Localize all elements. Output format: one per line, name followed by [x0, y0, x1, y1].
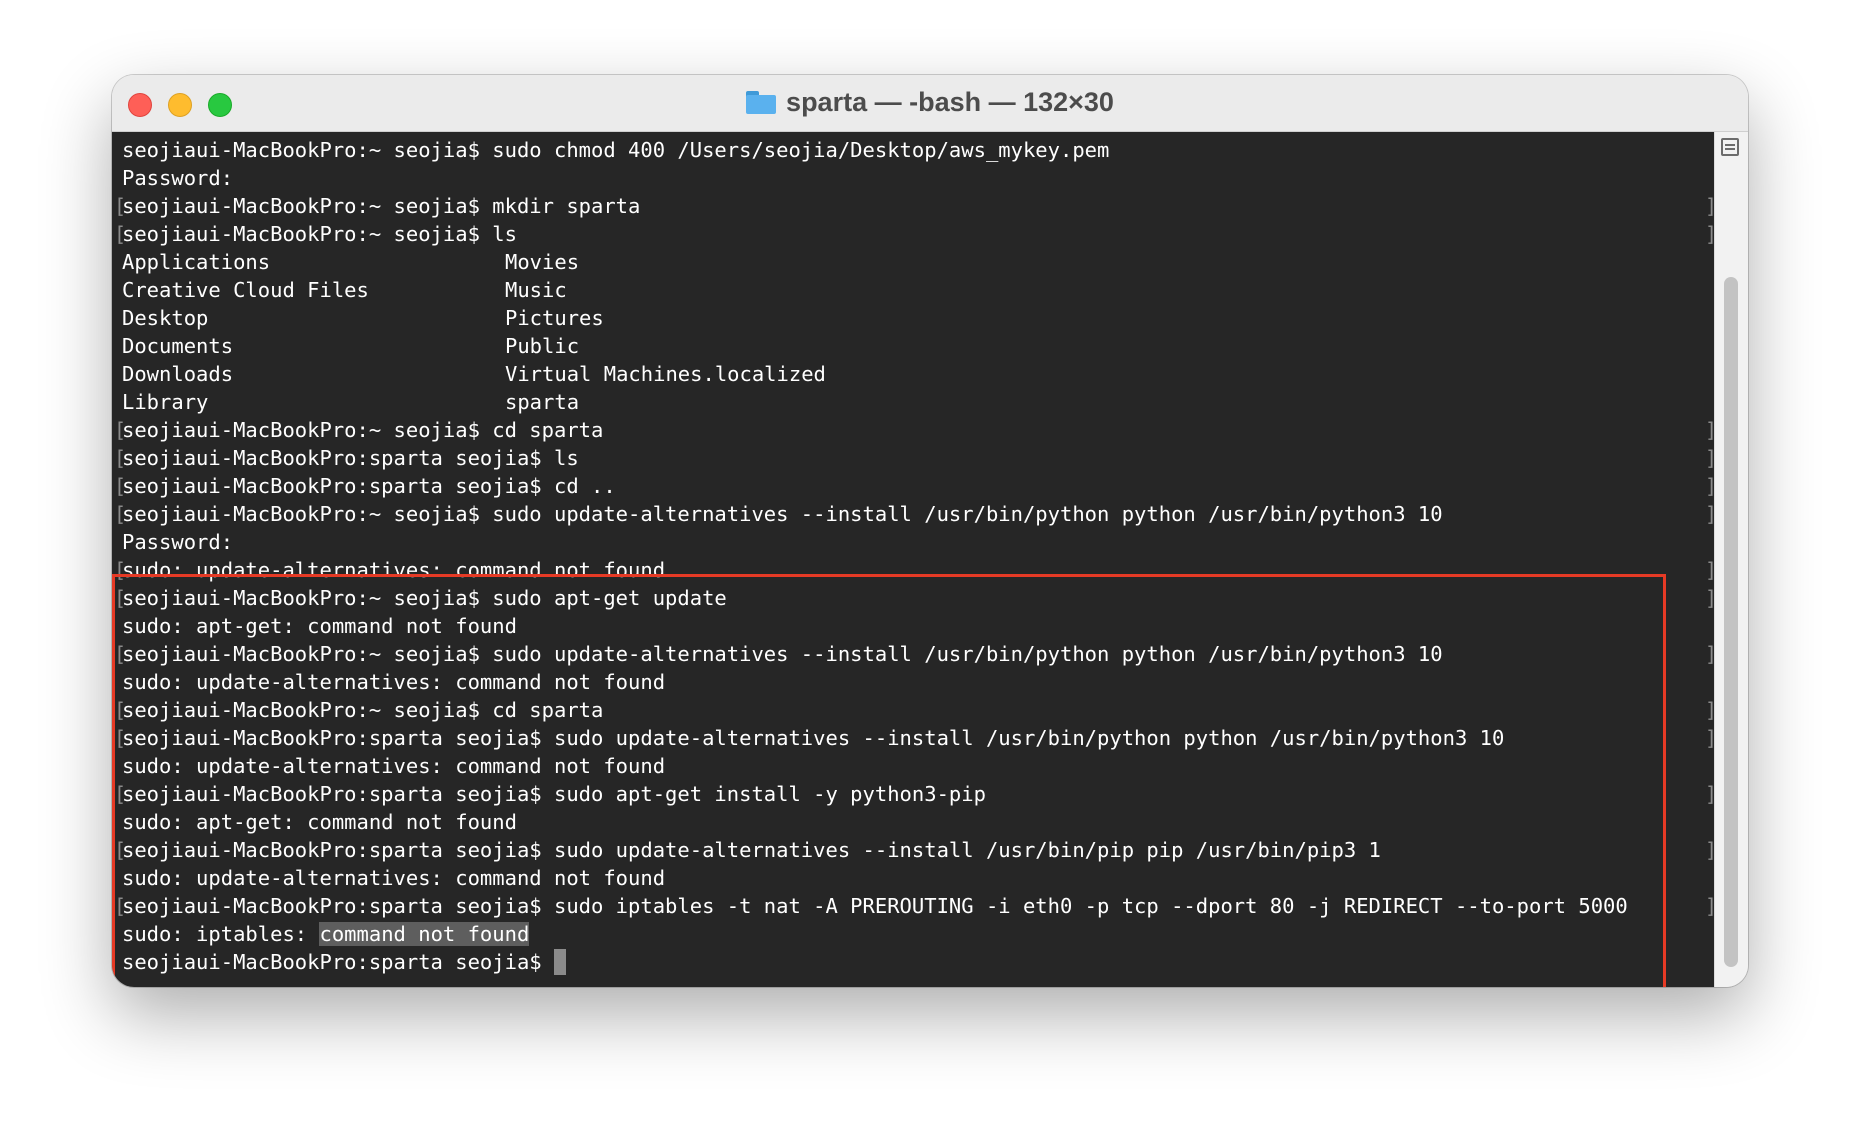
terminal-line: Applications Movies — [122, 248, 1715, 276]
line-mark-left: [ — [114, 446, 127, 470]
terminal-line: [] sudo: update-alternatives: command not… — [114, 556, 1717, 584]
line-text: sudo: apt-get: command not found — [122, 810, 517, 834]
line-mark-left: [ — [114, 222, 127, 246]
text-cursor[interactable] — [553, 949, 566, 975]
terminal-line: Password: — [122, 528, 1715, 556]
line-text-column-2: sparta — [505, 390, 580, 414]
window-title: sparta — -bash — 132×30 — [786, 87, 1114, 117]
title-bar[interactable]: sparta — -bash — 132×30 — [112, 75, 1748, 132]
terminal-line: Creative Cloud Files Music — [122, 276, 1715, 304]
line-text: seojiaui-MacBookPro:sparta seojia$ sudo … — [122, 726, 1505, 750]
split-pane-icon[interactable] — [1721, 138, 1739, 156]
terminal-line: [] seojiaui-MacBookPro:~ seojia$ sudo upd… — [114, 500, 1717, 528]
terminal-line: Library sparta — [122, 388, 1715, 416]
line-text: sudo: apt-get: command not found — [122, 614, 517, 638]
terminal-line: [] seojiaui-MacBookPro:~ seojia$ sudo upd… — [114, 640, 1717, 668]
line-text: Applications — [122, 250, 271, 274]
terminal-line: [] seojiaui-MacBookPro:~ seojia$ ls — [114, 220, 1717, 248]
terminal-line: seojiaui-MacBookPro:sparta seojia$ — [122, 948, 1715, 976]
terminal-line: [] seojiaui-MacBookPro:sparta seojia$ ls — [114, 444, 1717, 472]
line-mark-left: [ — [114, 474, 127, 498]
terminal-window: sparta — -bash — 132×30 seojiaui-MacBook… — [112, 75, 1748, 987]
line-mark-left: [ — [114, 838, 127, 862]
line-text: seojiaui-MacBookPro:sparta seojia$ ls — [122, 446, 579, 470]
selected-text[interactable]: command not found — [319, 922, 530, 946]
terminal-line: [] seojiaui-MacBookPro:sparta seojia$ sud… — [114, 836, 1717, 864]
terminal-line: [] seojiaui-MacBookPro:~ seojia$ mkdir sp… — [114, 192, 1717, 220]
line-text: sudo: iptables: — [122, 922, 320, 946]
line-mark-left: [ — [114, 642, 127, 666]
line-text-column-2: Virtual Machines.localized — [505, 362, 826, 386]
line-mark-left: [ — [114, 586, 127, 610]
terminal-line: seojiaui-MacBookPro:~ seojia$ sudo chmod… — [122, 136, 1715, 164]
line-text: seojiaui-MacBookPro:~ seojia$ ls — [122, 222, 517, 246]
line-mark-left: [ — [114, 418, 127, 442]
line-text-column-2: Public — [505, 334, 580, 358]
terminal-line: [] seojiaui-MacBookPro:~ seojia$ cd spart… — [114, 696, 1717, 724]
line-text: Documents — [122, 334, 234, 358]
line-text: Creative Cloud Files — [122, 278, 369, 302]
line-text-column-2: Movies — [505, 250, 580, 274]
terminal-line: [] seojiaui-MacBookPro:sparta seojia$ sud… — [114, 892, 1717, 920]
terminal-line: [] seojiaui-MacBookPro:~ seojia$ cd spart… — [114, 416, 1717, 444]
line-text: seojiaui-MacBookPro:~ seojia$ cd sparta — [122, 418, 604, 442]
terminal-line: sudo: apt-get: command not found — [122, 612, 1715, 640]
terminal-line: sudo: update-alternatives: command not f… — [122, 668, 1715, 696]
terminal-line: Password: — [122, 164, 1715, 192]
terminal-line: Documents Public — [122, 332, 1715, 360]
line-text: Password: — [122, 166, 234, 190]
line-text: seojiaui-MacBookPro:~ seojia$ cd sparta — [122, 698, 604, 722]
folder-icon — [746, 91, 777, 114]
line-mark-left: [ — [114, 698, 127, 722]
line-mark-left: [ — [114, 894, 127, 918]
terminal-line: [] seojiaui-MacBookPro:sparta seojia$ sud… — [114, 724, 1717, 752]
line-text: seojiaui-MacBookPro:sparta seojia$ sudo … — [122, 782, 986, 806]
terminal-line: [] seojiaui-MacBookPro:~ seojia$ sudo apt… — [114, 584, 1717, 612]
line-mark-left: [ — [114, 502, 127, 526]
prompt-text: seojiaui-MacBookPro:sparta seojia$ — [122, 950, 542, 974]
window-title-wrap: sparta — -bash — 132×30 — [112, 87, 1748, 118]
scrollbar-thumb[interactable] — [1724, 277, 1738, 967]
line-text: seojiaui-MacBookPro:sparta seojia$ sudo … — [122, 894, 1628, 918]
terminal-content[interactable]: seojiaui-MacBookPro:~ seojia$ sudo chmod… — [112, 132, 1717, 987]
terminal-line: sudo: iptables: command not found — [122, 920, 1715, 948]
terminal-line: sudo: update-alternatives: command not f… — [122, 752, 1715, 780]
terminal-line: [] seojiaui-MacBookPro:sparta seojia$ sud… — [114, 780, 1717, 808]
line-text: Password: — [122, 530, 234, 554]
line-text-column-2: Music — [505, 278, 567, 302]
line-text: seojiaui-MacBookPro:~ seojia$ sudo chmod… — [122, 138, 1110, 162]
line-mark-left: [ — [114, 726, 127, 750]
terminal-line: sudo: update-alternatives: command not f… — [122, 864, 1715, 892]
line-text: seojiaui-MacBookPro:sparta seojia$ cd .. — [122, 474, 616, 498]
line-text: sudo: update-alternatives: command not f… — [122, 558, 666, 582]
terminal-line: Desktop Pictures — [122, 304, 1715, 332]
line-text: Desktop — [122, 306, 209, 330]
line-text: seojiaui-MacBookPro:~ seojia$ sudo updat… — [122, 502, 1443, 526]
line-mark-left: [ — [114, 558, 127, 582]
scrollbar[interactable] — [1714, 132, 1748, 987]
terminal-line: Downloads Virtual Machines.localized — [122, 360, 1715, 388]
line-text: Downloads — [122, 362, 234, 386]
line-text: seojiaui-MacBookPro:sparta seojia$ sudo … — [122, 838, 1381, 862]
line-text: Library — [122, 390, 209, 414]
line-text: seojiaui-MacBookPro:~ seojia$ mkdir spar… — [122, 194, 641, 218]
terminal-lines: seojiaui-MacBookPro:~ seojia$ sudo chmod… — [114, 136, 1717, 976]
line-mark-left: [ — [114, 194, 127, 218]
line-mark-left: [ — [114, 782, 127, 806]
line-text: sudo: update-alternatives: command not f… — [122, 866, 666, 890]
line-text-column-2: Pictures — [505, 306, 604, 330]
line-text: sudo: update-alternatives: command not f… — [122, 670, 666, 694]
line-text: seojiaui-MacBookPro:~ seojia$ sudo apt-g… — [122, 586, 727, 610]
terminal-line: [] seojiaui-MacBookPro:sparta seojia$ cd … — [114, 472, 1717, 500]
terminal-line: sudo: apt-get: command not found — [122, 808, 1715, 836]
line-text: sudo: update-alternatives: command not f… — [122, 754, 666, 778]
line-text: seojiaui-MacBookPro:~ seojia$ sudo updat… — [122, 642, 1443, 666]
